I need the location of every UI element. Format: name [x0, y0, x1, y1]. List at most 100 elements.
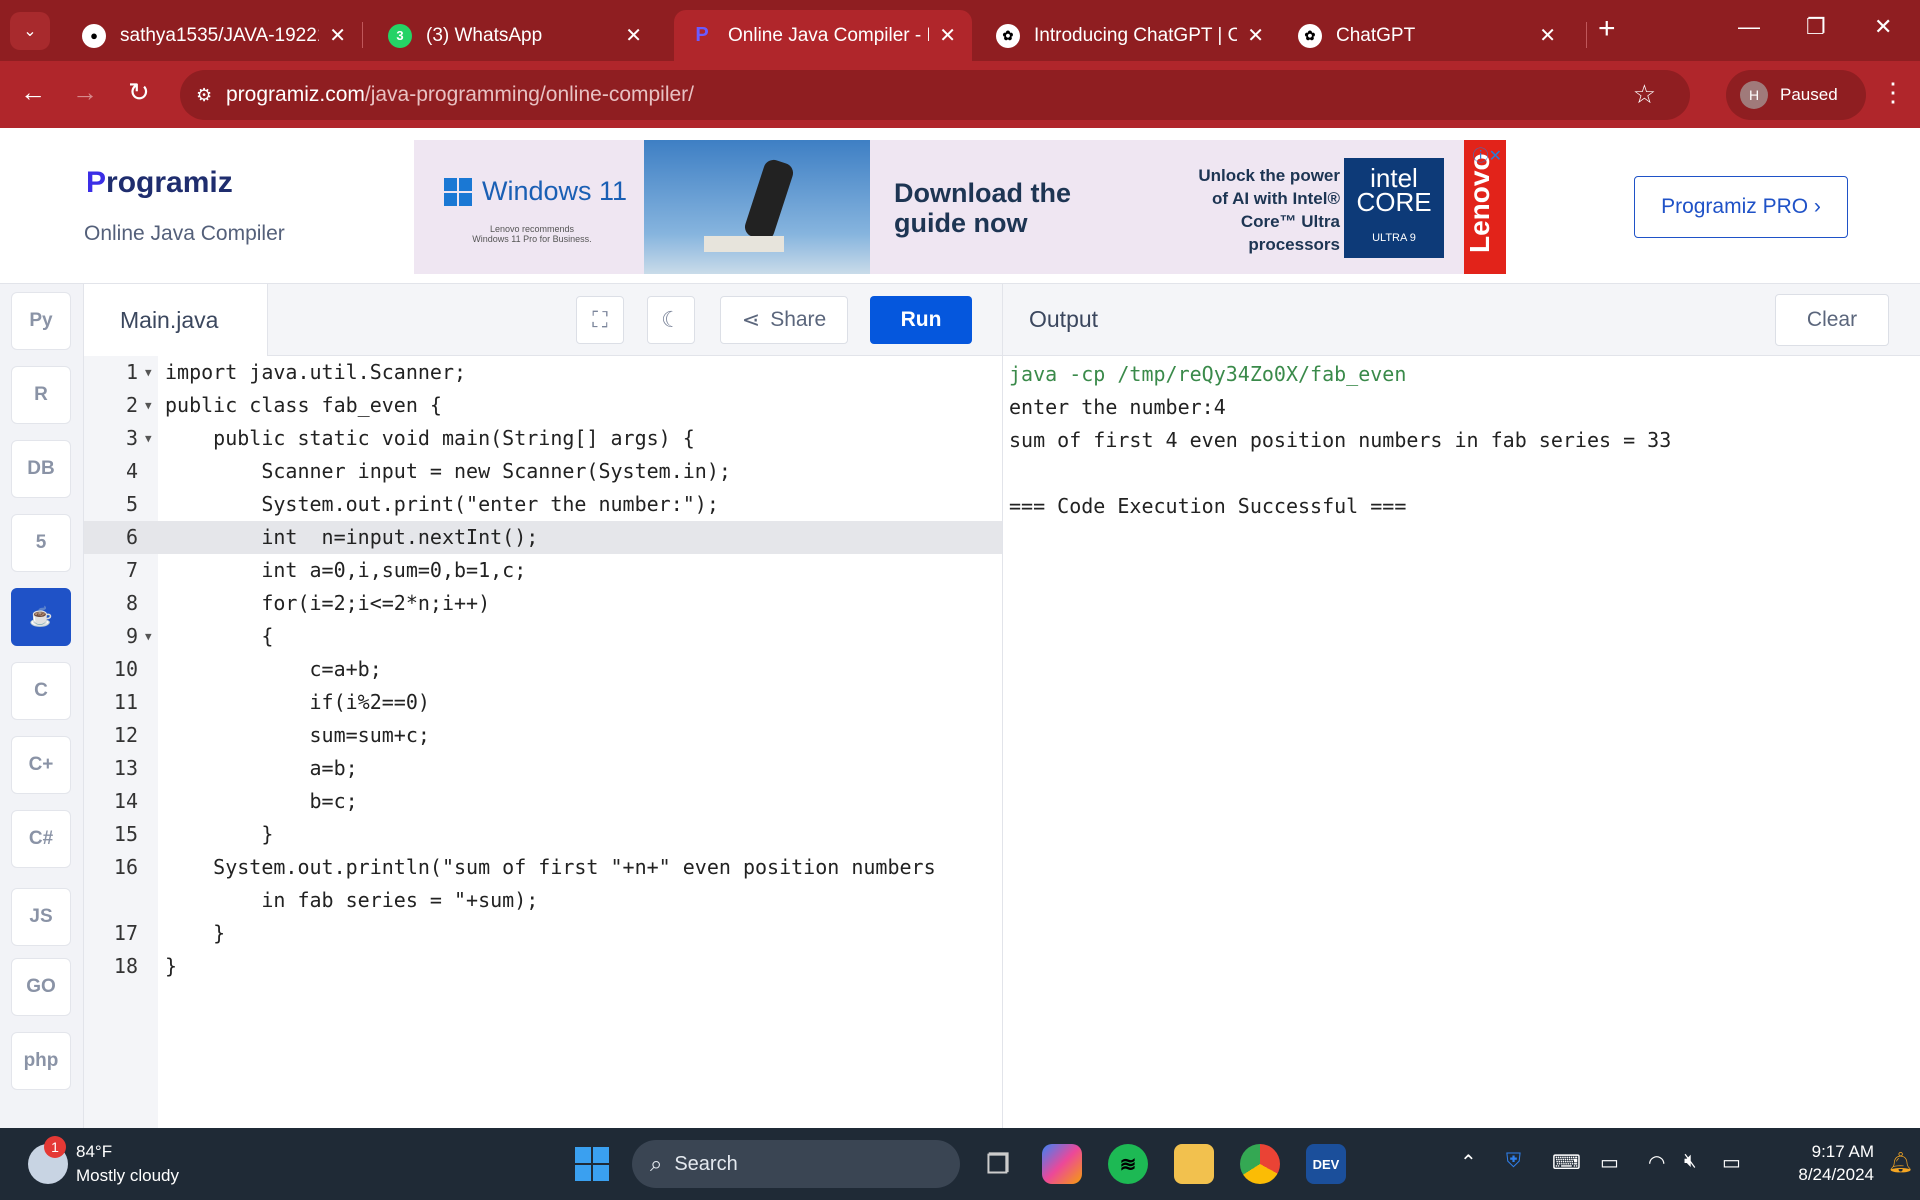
- task-view-icon[interactable]: ❐: [978, 1144, 1018, 1184]
- tablet-icon[interactable]: ▭: [1600, 1150, 1619, 1175]
- weather-condition[interactable]: Mostly cloudy: [76, 1166, 179, 1186]
- programiz-pro-button[interactable]: Programiz PRO ›: [1634, 176, 1848, 238]
- logo-letter: P: [86, 166, 107, 199]
- start-button[interactable]: [572, 1144, 612, 1184]
- close-icon[interactable]: ✕: [1247, 23, 1264, 48]
- code-line[interactable]: 2 ▼ public class fab_even {: [84, 389, 1002, 422]
- volume-muted-icon[interactable]: 🔇︎: [1684, 1150, 1697, 1173]
- close-icon[interactable]: ✕: [625, 23, 642, 48]
- code-line[interactable]: 12 sum=sum+c;: [84, 719, 1002, 752]
- defender-shield-icon[interactable]: ⛨: [1506, 1150, 1521, 1173]
- site-info-icon[interactable]: ⚙: [196, 85, 226, 106]
- code-line[interactable]: 11 if(i%2==0): [84, 686, 1002, 719]
- ad-close-icon[interactable]: ⓘ✕: [1473, 142, 1502, 166]
- code-line[interactable]: in fab series = "+sum);: [84, 884, 1002, 917]
- clear-button[interactable]: Clear: [1775, 294, 1889, 346]
- address-bar[interactable]: ⚙ programiz.com/java-programming/online-…: [180, 70, 1690, 120]
- sql-icon[interactable]: DB: [11, 440, 71, 498]
- code-line[interactable]: 17 }: [84, 917, 1002, 950]
- file-tab-main-java[interactable]: Main.java: [84, 284, 268, 356]
- forward-button[interactable]: →: [72, 79, 98, 105]
- tab-github[interactable]: ● sathya1535/JAVA-192211 ✕: [66, 10, 362, 61]
- code-line[interactable]: 15 }: [84, 818, 1002, 851]
- go-icon[interactable]: GO: [11, 958, 71, 1016]
- code-line[interactable]: 16 System.out.println("sum of first "+n+…: [84, 851, 1002, 884]
- code-line[interactable]: 9 ▼ {: [84, 620, 1002, 653]
- copilot-icon[interactable]: [1042, 1144, 1082, 1184]
- taskbar-clock[interactable]: 9:17 AM 8/24/2024: [1764, 1140, 1874, 1186]
- code-line[interactable]: 3 ▼ public static void main(String[] args…: [84, 422, 1002, 455]
- output-console[interactable]: java -cp /tmp/reQy34Zo0X/fab_even enter t…: [1002, 356, 1920, 1128]
- battery-icon[interactable]: ▭: [1722, 1150, 1741, 1175]
- c-icon[interactable]: C: [11, 662, 71, 720]
- taskbar-search[interactable]: ⌕ Search: [632, 1140, 960, 1188]
- bookmark-star-icon[interactable]: ☆: [1633, 79, 1656, 110]
- file-explorer-icon[interactable]: [1174, 1144, 1214, 1184]
- chevron-up-icon[interactable]: ⌃: [1460, 1150, 1477, 1175]
- code-text: System.out.println("sum of first "+n+" e…: [165, 855, 936, 879]
- code-line[interactable]: 6 int n=input.nextInt();: [84, 521, 1002, 554]
- reload-button[interactable]: ↻: [128, 79, 150, 105]
- browser-menu-icon[interactable]: ⋮: [1880, 77, 1906, 108]
- code-line[interactable]: 13 a=b;: [84, 752, 1002, 785]
- close-icon[interactable]: ✕: [329, 23, 346, 48]
- programiz-icon: P: [695, 24, 709, 46]
- tab-introducing-chatgpt[interactable]: ✿ Introducing ChatGPT | Op ✕: [980, 10, 1280, 61]
- line-number: 2: [125, 393, 138, 417]
- dark-mode-button[interactable]: ☾: [647, 296, 695, 344]
- profile-button[interactable]: H Paused: [1726, 70, 1866, 120]
- fullscreen-button[interactable]: ⛶: [576, 296, 624, 344]
- code-line[interactable]: 5 System.out.print("enter the number:");: [84, 488, 1002, 521]
- fold-arrow-icon[interactable]: ▼: [145, 389, 152, 422]
- code-line[interactable]: 10 c=a+b;: [84, 653, 1002, 686]
- python-icon[interactable]: Py: [11, 292, 71, 350]
- keyboard-icon[interactable]: ⌨: [1552, 1150, 1581, 1175]
- tab-separator: [362, 22, 363, 48]
- cpp-icon[interactable]: C+: [11, 736, 71, 794]
- minimize-button[interactable]: —: [1738, 14, 1760, 40]
- tab-online-java-compiler[interactable]: P Online Java Compiler - Pr ✕: [674, 10, 972, 61]
- back-button[interactable]: ←: [20, 79, 46, 105]
- line-number: 10: [113, 657, 138, 681]
- code-line[interactable]: 7 int a=0,i,sum=0,b=1,c;: [84, 554, 1002, 587]
- fold-arrow-icon[interactable]: ▼: [145, 356, 152, 389]
- line-number: 12: [113, 723, 138, 747]
- advertisement-banner[interactable]: Windows 11 Lenovo recommends Windows 11 …: [414, 140, 1506, 274]
- fold-arrow-icon[interactable]: ▼: [145, 620, 152, 653]
- wifi-icon[interactable]: ◠: [1648, 1150, 1665, 1175]
- code-text: Scanner input = new Scanner(System.in);: [165, 459, 731, 483]
- new-tab-button[interactable]: +: [1598, 14, 1616, 44]
- java-icon[interactable]: ☕: [11, 588, 71, 646]
- javascript-icon[interactable]: JS: [11, 888, 71, 946]
- close-icon[interactable]: ✕: [939, 23, 956, 48]
- spotify-icon[interactable]: ≋: [1108, 1144, 1148, 1184]
- php-icon[interactable]: php: [11, 1032, 71, 1090]
- weather-temperature[interactable]: 84°F: [76, 1142, 112, 1162]
- csharp-icon[interactable]: C#: [11, 810, 71, 868]
- tab-chatgpt[interactable]: ✿ ChatGPT ✕: [1282, 10, 1572, 61]
- code-line[interactable]: 18}: [84, 950, 1002, 983]
- line-number: 9: [125, 624, 138, 648]
- programiz-logo[interactable]: Programiz: [86, 166, 233, 200]
- notification-bell-icon[interactable]: 🔔︎: [1888, 1150, 1913, 1175]
- devcpp-icon[interactable]: DEV: [1306, 1144, 1346, 1184]
- r-icon[interactable]: R: [11, 366, 71, 424]
- tab-search-button[interactable]: ⌄: [10, 12, 50, 50]
- code-editor[interactable]: 1 ▼ import java.util.Scanner; 2 ▼ public clas…: [84, 356, 1002, 1128]
- intel-sub: ULTRA 9: [1372, 232, 1416, 244]
- share-button[interactable]: ⋖ Share: [720, 296, 848, 344]
- run-button[interactable]: Run: [870, 296, 972, 344]
- code-line[interactable]: 14 b=c;: [84, 785, 1002, 818]
- window-close-button[interactable]: ✕: [1874, 14, 1892, 40]
- restore-button[interactable]: ❐: [1806, 14, 1826, 40]
- html5-icon[interactable]: 5: [11, 514, 71, 572]
- chrome-icon[interactable]: [1240, 1144, 1280, 1184]
- code-line[interactable]: 8 for(i=2;i<=2*n;i++): [84, 587, 1002, 620]
- fold-arrow-icon[interactable]: ▼: [145, 422, 152, 455]
- code-line[interactable]: 4 Scanner input = new Scanner(System.in)…: [84, 455, 1002, 488]
- code-line[interactable]: 1 ▼ import java.util.Scanner;: [84, 356, 1002, 389]
- tab-whatsapp[interactable]: 3 (3) WhatsApp ✕: [372, 10, 658, 61]
- code-text: {: [165, 624, 274, 648]
- output-toolbar: Output Clear: [1002, 284, 1920, 356]
- close-icon[interactable]: ✕: [1539, 23, 1556, 48]
